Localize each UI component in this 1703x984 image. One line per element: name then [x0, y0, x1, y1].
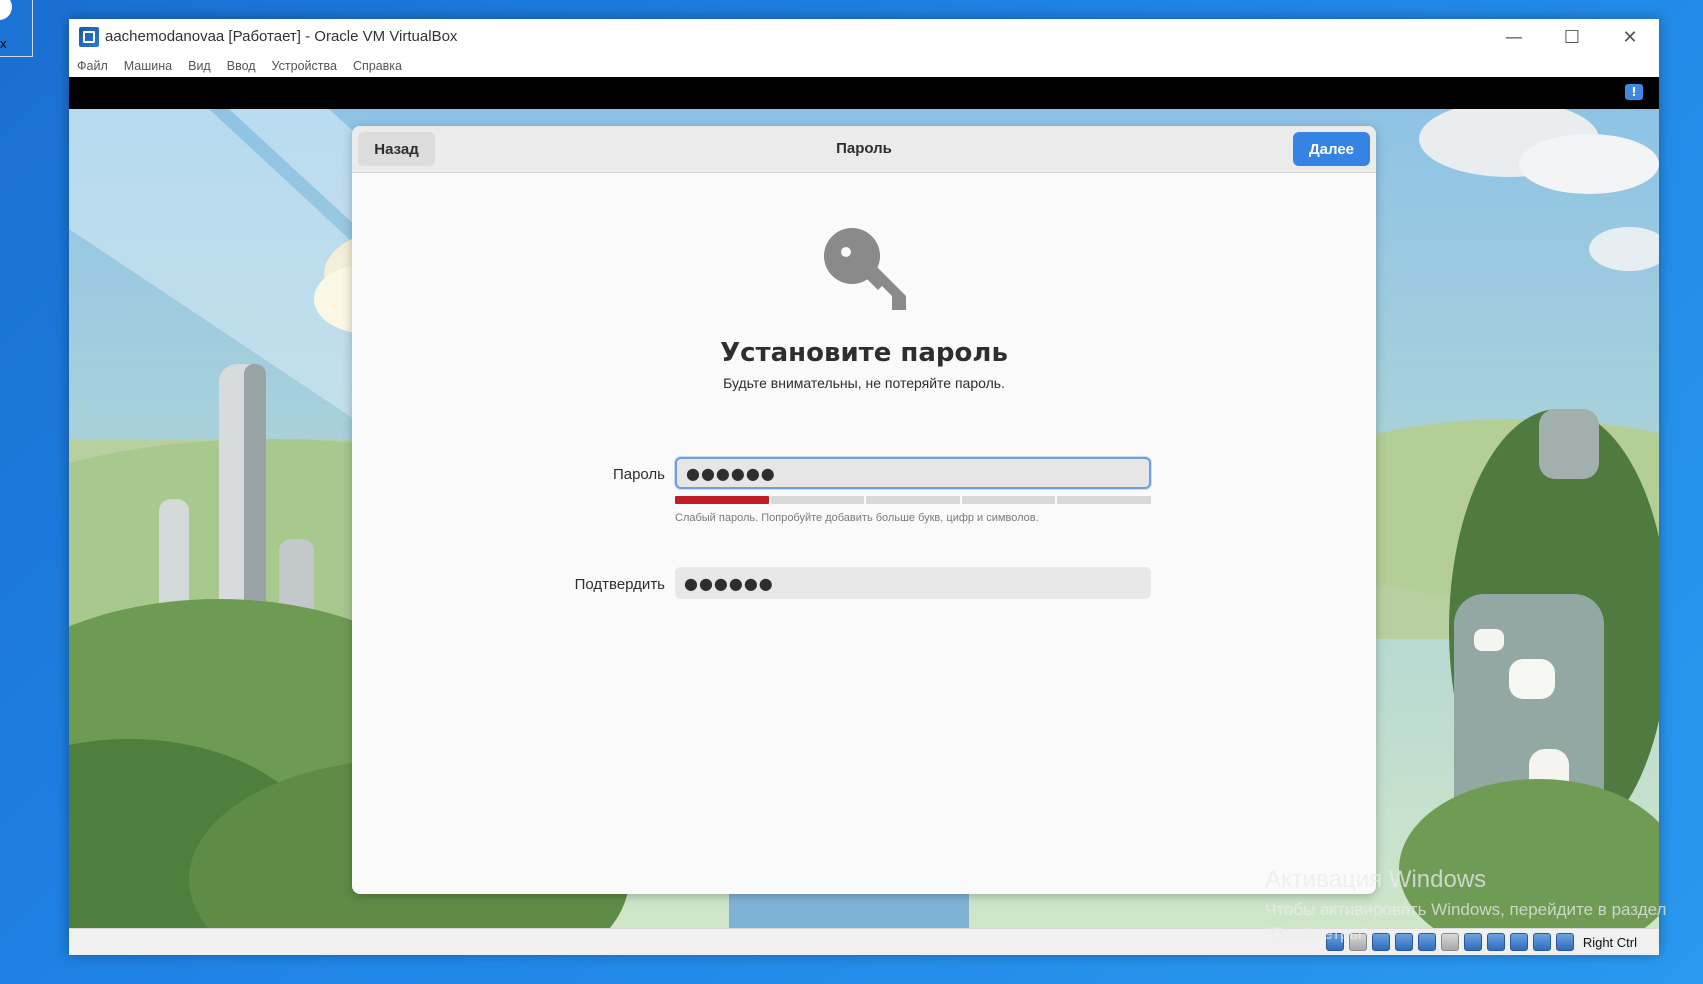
- page-subtitle: Будьте внимательны, не потеряйте пароль.: [723, 375, 1005, 391]
- confirm-password-field[interactable]: ●●●●●●: [675, 567, 1151, 599]
- menu-file[interactable]: Файл: [77, 59, 108, 73]
- password-label: Пароль: [612, 466, 665, 483]
- menu-help[interactable]: Справка: [353, 59, 402, 73]
- desktop-corner-text: x: [0, 36, 7, 51]
- menu-view[interactable]: Вид: [188, 59, 211, 73]
- maximize-button[interactable]: ☐: [1543, 19, 1601, 55]
- password-strength-hint: Слабый пароль. Попробуйте добавить больш…: [675, 512, 1039, 524]
- strength-segment: [770, 496, 865, 504]
- strength-segment: [866, 496, 960, 504]
- watermark-line2: "Параметры".: [1265, 924, 1373, 943]
- strength-segment: [961, 496, 1056, 504]
- password-field[interactable]: ●●●●●●: [675, 457, 1151, 489]
- key-icon: [824, 228, 906, 310]
- dialog-header: Назад Пароль Далее: [352, 126, 1376, 173]
- password-dialog: Назад Пароль Далее Установите пароль Буд…: [352, 126, 1376, 894]
- desktop-icon[interactable]: [0, 0, 12, 20]
- menu-bar: Файл Машина Вид Ввод Устройства Справка: [69, 55, 1659, 77]
- strength-segment: [675, 496, 769, 504]
- strength-segment: [1057, 496, 1151, 504]
- guest-top-bar: !: [69, 77, 1659, 109]
- notification-icon[interactable]: !: [1625, 84, 1643, 100]
- menu-devices[interactable]: Устройства: [272, 59, 337, 73]
- windows-activation-watermark: Активация Windows Чтобы активировать Win…: [1265, 866, 1666, 944]
- watermark-title: Активация Windows: [1265, 866, 1487, 893]
- menu-machine[interactable]: Машина: [124, 59, 172, 73]
- close-button[interactable]: ✕: [1601, 19, 1659, 55]
- page-heading: Установите пароль: [720, 338, 1008, 368]
- window-title: aachemodanovaa [Работает] - Oracle VM Vi…: [105, 28, 458, 45]
- dialog-title: Пароль: [836, 140, 892, 157]
- menu-input[interactable]: Ввод: [227, 59, 256, 73]
- minimize-button[interactable]: —: [1485, 19, 1543, 55]
- confirm-label: Подтвердить: [574, 576, 665, 593]
- next-button[interactable]: Далее: [1293, 132, 1370, 166]
- virtualbox-icon: [79, 27, 99, 47]
- watermark-line1: Чтобы активировать Windows, перейдите в …: [1265, 900, 1667, 919]
- password-strength-meter: [675, 496, 1151, 504]
- title-bar: aachemodanovaa [Работает] - Oracle VM Vi…: [69, 19, 1659, 55]
- desktop-corner: x: [0, 0, 33, 57]
